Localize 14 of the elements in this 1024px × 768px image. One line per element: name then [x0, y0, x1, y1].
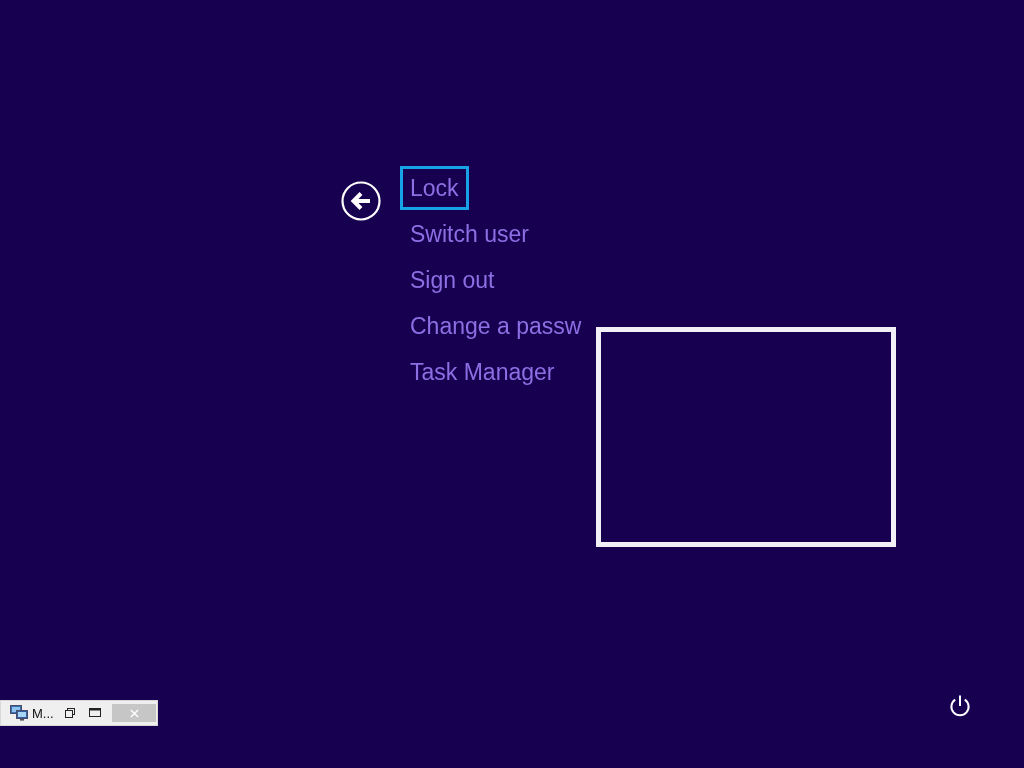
restore-icon	[65, 708, 75, 718]
window-title: M...	[32, 705, 55, 721]
back-button[interactable]	[341, 181, 381, 221]
menu-item[interactable]: Switch user	[400, 212, 539, 256]
menu-item[interactable]: Change a passw	[400, 304, 592, 348]
menu-item[interactable]: Sign out	[400, 258, 505, 302]
power-icon	[948, 694, 972, 718]
menu-item[interactable]: Lock	[400, 166, 469, 210]
maximize-icon	[89, 708, 101, 718]
power-button[interactable]	[948, 694, 972, 718]
minimized-window[interactable]: M...	[0, 700, 158, 726]
menu-item[interactable]: Task Manager	[400, 350, 565, 394]
close-icon	[129, 708, 139, 718]
computer-icon	[10, 705, 28, 721]
